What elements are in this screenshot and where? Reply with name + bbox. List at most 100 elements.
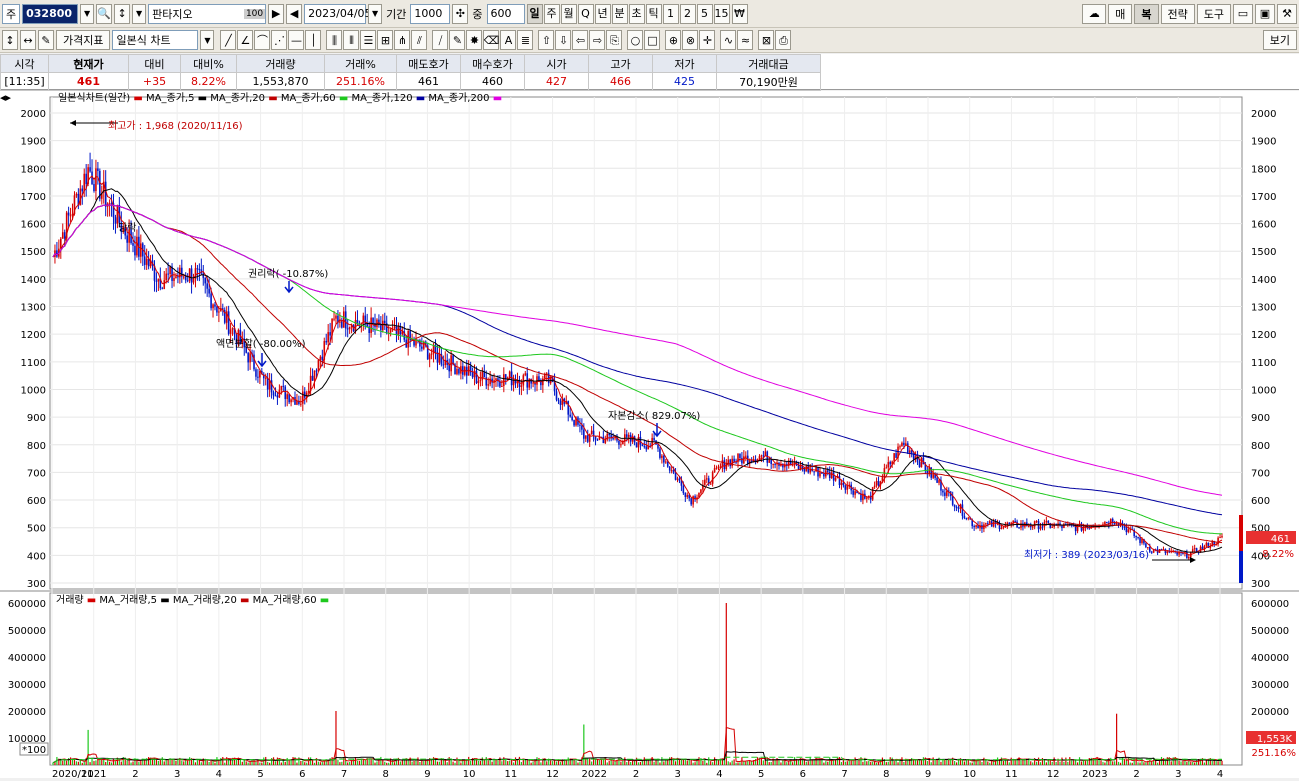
period-button-5[interactable]: 분 [611,3,628,24]
line-tool-icon[interactable]: ╱ [220,30,237,50]
zoom-icon[interactable]: ⊕ [665,30,682,50]
arrow-down-icon[interactable]: ⇩ [555,30,572,50]
stock-name-field[interactable]: 판타지오 100 [148,3,267,24]
volume-bar [286,757,288,765]
view-button[interactable]: 보기 [1262,30,1297,50]
volume-bar [177,759,179,765]
period-button-9[interactable]: 2 [679,3,696,24]
zoom-fit-icon[interactable]: ⊗ [682,30,699,50]
period-button-11[interactable]: 15 [713,3,730,24]
volume-bar [214,762,216,765]
candle-body [1166,551,1169,554]
volume-bar [868,760,870,765]
period-button-8[interactable]: 1 [662,3,679,24]
multi-button[interactable]: 복 [1134,3,1159,24]
prev-icon[interactable]: ◀ [286,3,303,24]
range-input[interactable]: 1000 [410,3,451,24]
wave2-icon[interactable]: ≈ [737,30,754,50]
volume-bar [678,760,681,765]
search-icon[interactable]: 🔍 [96,3,113,24]
date-dropdown-icon[interactable]: ▼ [368,3,383,24]
period-button-1[interactable]: 주 [543,3,560,24]
note-icon[interactable]: ⎘ [606,30,623,50]
visible-input[interactable]: 600 [486,3,525,24]
sort-dropdown-icon[interactable]: ▼ [132,3,147,24]
period-button-2[interactable]: 월 [560,3,577,24]
candle-body [684,493,687,497]
period-button-7[interactable]: 틱 [645,3,662,24]
left-right-icon[interactable]: ↔ [20,30,36,50]
period-button-6[interactable]: 초 [628,3,645,24]
period-button-10[interactable]: 5 [696,3,713,24]
stock-chart[interactable]: 2000 2000 1900 1900 1800 1800 1700 1700 1600 1600… [0,91,1299,780]
sell-button[interactable]: 매 [1108,3,1133,24]
fan-tool-icon[interactable]: ⋰ [271,30,288,50]
parallel-tool-icon[interactable]: ⧸ [432,30,449,50]
range-spin-icon[interactable]: ✣ [452,3,469,24]
arrow-left-icon[interactable]: ⇦ [572,30,589,50]
candle-body [165,273,167,281]
sort-icon[interactable]: ↕ [114,3,131,24]
candle-body [1219,537,1221,539]
save-icon[interactable]: ▣ [1255,3,1275,24]
stock-code-input[interactable]: 032800 [22,3,79,24]
vertical-line-icon[interactable]: │ [305,30,322,50]
chart-type-select[interactable]: 일본식 차트 [112,30,199,50]
x-tick-19: 7 [841,769,847,778]
arc-tool-icon[interactable]: ⌒ [254,30,271,50]
candle-body [204,277,207,284]
grid-tool-icon[interactable]: ⫼ [326,30,343,50]
x-tick-21: 9 [925,769,931,778]
legend-toggle-icon[interactable]: ◂▸ [0,91,12,104]
candle-body [421,346,423,349]
volume-bar [130,762,132,765]
candle-body [75,193,78,196]
angle-tool-icon[interactable]: ∠ [237,30,254,50]
volume-bar [196,760,199,765]
indicator-button[interactable]: 가격지표 [56,30,111,50]
candle [659,446,661,460]
candle-body [264,377,267,379]
period-button-0[interactable]: 일 [526,3,543,24]
color-tool-icon[interactable]: ✸ [466,30,483,50]
chart-type-dropdown-icon[interactable]: ▼ [200,30,215,50]
pencil-icon[interactable]: ✎ [449,30,466,50]
fibo-grid-icon[interactable]: ☰ [360,30,377,50]
volume-bar [1215,761,1217,765]
arrow-right-icon[interactable]: ⇨ [589,30,606,50]
period-button-3[interactable]: Q [577,3,594,24]
candle-body [132,243,134,246]
tools-button[interactable]: 도구 [1196,3,1231,24]
price-tick-right-10: 1000 [1251,385,1276,396]
wave-icon[interactable]: ∿ [720,30,737,50]
fibo-time-icon[interactable]: ⊞ [377,30,394,50]
won-icon[interactable]: ₩ [731,3,748,24]
rect-tool-icon[interactable]: □ [644,30,661,50]
crosshair-icon[interactable]: ✛ [699,30,716,50]
stock-code-dropdown-icon[interactable]: ▼ [80,3,95,24]
period-prefix[interactable]: 주 [2,3,21,24]
price-legend-text: 일본식차트(일간) ▬ MA_종가,5 ▬ MA_종가,20 ▬ MA_종가,6… [58,92,502,104]
cloud-icon[interactable]: ☁ [1082,3,1107,24]
arrow-up-icon[interactable]: ⇧ [538,30,555,50]
memo-icon[interactable]: ≣ [517,30,534,50]
folder-icon[interactable]: ▭ [1233,3,1253,24]
volume-bar [1221,760,1223,765]
print-icon[interactable]: ⎙ [775,30,792,50]
wrench-icon[interactable]: ⚒ [1277,3,1297,24]
horizontal-line-icon[interactable]: — [288,30,305,50]
volume-bar [653,761,655,765]
period-button-4[interactable]: 년 [594,3,611,24]
text-tool-icon[interactable]: A [500,30,517,50]
circle-tool-icon[interactable]: ○ [627,30,644,50]
strategy-button[interactable]: 전략 [1160,3,1195,24]
cycle-tool-icon[interactable]: ⦀ [343,30,360,50]
up-down-icon[interactable]: ↕ [2,30,18,50]
eraser-icon[interactable]: ⌫ [483,30,500,50]
date-input[interactable]: 2023/04/05 [304,3,372,24]
channel-tool-icon[interactable]: ⫽ [411,30,428,50]
edit-icon[interactable]: ✎ [38,30,54,50]
calc-icon[interactable]: ⊠ [758,30,775,50]
next-icon[interactable]: ▶ [268,3,285,24]
fork-tool-icon[interactable]: ⋔ [394,30,411,50]
